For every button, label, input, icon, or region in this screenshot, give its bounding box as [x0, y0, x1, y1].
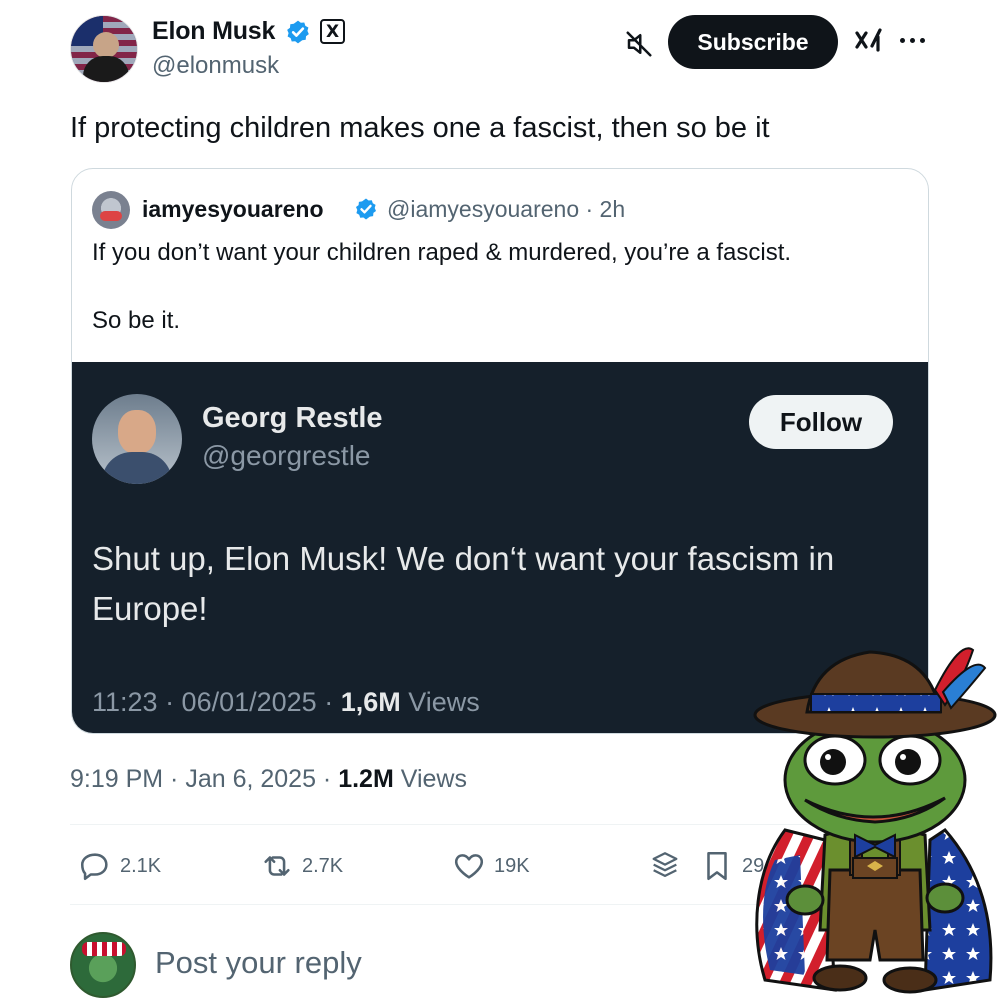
post-timestamp[interactable]: 9:19 PM · Jan 6, 2025 · [70, 765, 338, 793]
more-dot [900, 37, 905, 43]
avatar-face [118, 410, 156, 454]
quoted-author-name[interactable]: iamyesyouareno [142, 196, 324, 223]
embedded-author-handle: @georgrestle [202, 440, 371, 471]
more-dot [910, 37, 915, 43]
embedded-views-count: 1,6M [340, 687, 401, 717]
avatar-face [93, 32, 119, 58]
author-avatar[interactable] [70, 15, 138, 83]
x-affiliate-badge-icon: X [320, 19, 345, 44]
author-handle[interactable]: @elonmusk [152, 52, 279, 80]
tweet-text: If protecting children makes one a fasci… [70, 112, 770, 144]
grok-icon[interactable] [852, 24, 886, 58]
quoted-post-text-line: So be it. [92, 307, 181, 334]
verified-badge-icon [356, 198, 376, 220]
like-count: 19K [494, 854, 530, 877]
repost-action[interactable]: 2.7K [260, 848, 343, 884]
reply-count: 2.1K [120, 854, 162, 877]
layers-icon [652, 852, 678, 878]
embedded-timestamp: 11:23 · 06/01/2025 · [92, 687, 341, 717]
subscribe-button[interactable]: Subscribe [668, 15, 838, 69]
follow-button: Follow [749, 395, 893, 449]
embedded-author-name: Georg Restle [202, 402, 383, 434]
repost-count: 2.7K [302, 854, 344, 877]
reply-input[interactable]: Post your reply [155, 945, 362, 981]
more-dot [920, 37, 925, 43]
embedded-author-avatar [92, 394, 182, 484]
author-display-name[interactable]: Elon Musk [152, 17, 275, 46]
like-action[interactable]: 19K [452, 848, 530, 884]
post-views-label: Views [393, 765, 467, 793]
grok-analyze-action[interactable] [648, 848, 682, 884]
muted-speaker-icon[interactable] [624, 29, 654, 59]
post-timestamp-views: 9:19 PM · Jan 6, 2025 · 1.2M Views [70, 765, 467, 794]
avatar-suit [83, 56, 129, 82]
bookmark-icon [707, 851, 727, 881]
quoted-author-avatar[interactable] [92, 191, 130, 229]
verified-badge-icon [287, 20, 309, 44]
repost-icon [264, 856, 290, 876]
embedded-post-text: Shut up, Elon Musk! We don‘t want your f… [92, 540, 835, 627]
quoted-post-text-line: If you don’t want your children raped & … [92, 239, 792, 266]
embedded-post-meta: 11:23 · 06/01/2025 · 1,6M Views [92, 687, 480, 718]
reply-icon [80, 853, 108, 881]
avatar-body [102, 452, 172, 484]
pepe-sticker-image [753, 647, 997, 994]
embedded-views-label: Views [400, 687, 480, 717]
quoted-author-meta: @iamyesyouareno · 2h [387, 196, 626, 222]
reply-action[interactable]: 2.1K [78, 848, 161, 884]
post-views-count: 1.2M [338, 765, 394, 793]
current-user-avatar[interactable] [70, 932, 136, 998]
heart-icon [454, 854, 484, 879]
more-options-icon[interactable] [900, 30, 930, 50]
